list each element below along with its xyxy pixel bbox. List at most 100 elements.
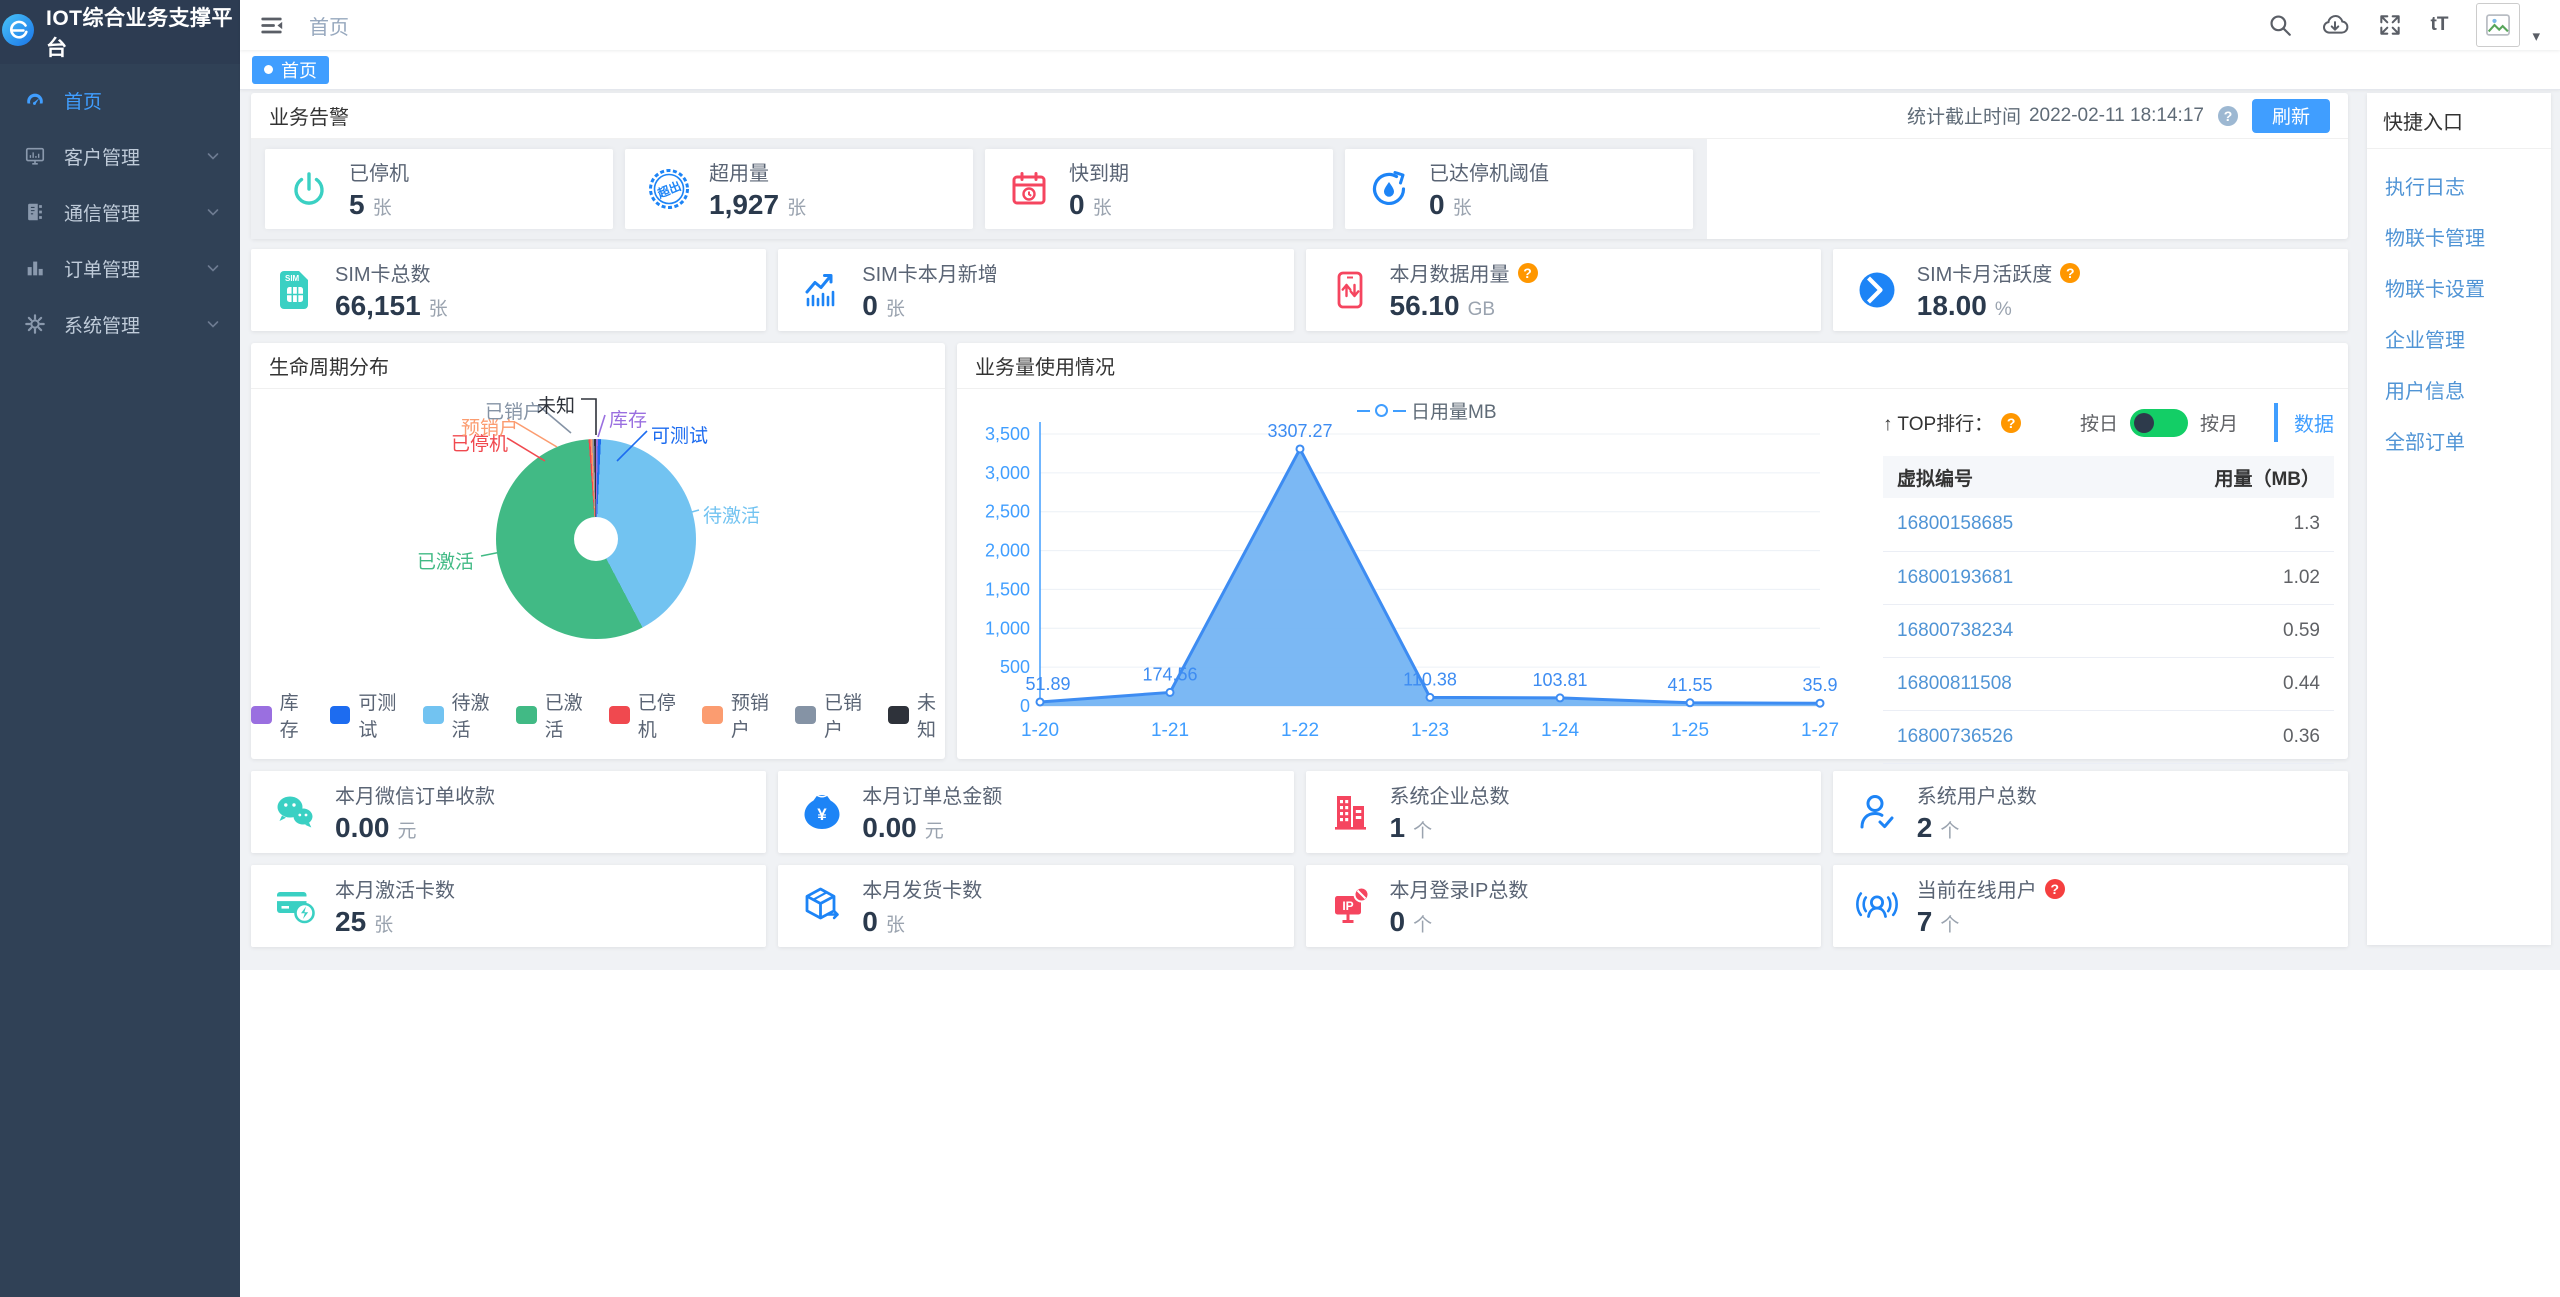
alert-section: 业务告警 统计截止时间 2022-02-11 18:14:17 ? 刷新 已停机… [251, 93, 2348, 239]
pie-legend-item[interactable]: 未知 [888, 688, 945, 742]
stat-card-title-text: 本月登录IP总数 [1389, 880, 1529, 902]
chevron-down-icon[interactable]: ▾ [2532, 27, 2540, 45]
stat-card-unit: 张 [1452, 198, 1472, 219]
stat-card-unit: GB [1467, 299, 1496, 320]
shipping-box-icon [798, 882, 846, 930]
stat-card-value: 18.00 [1916, 290, 1987, 321]
legend-swatch [888, 706, 909, 724]
legend-line-icon [1357, 409, 1370, 412]
refresh-button[interactable]: 刷新 [2251, 98, 2330, 133]
sidebar-item-home[interactable]: 首页 [0, 72, 240, 128]
quick-link-1[interactable]: 物联卡管理 [2385, 222, 2533, 251]
quick-link-0[interactable]: 执行日志 [2385, 171, 2533, 200]
bottom-stats-row-1: 本月微信订单收款 0.00 元 ¥ 本月订单总金额 0.00 元系统企业总数 1 个系统用户总数… [251, 771, 2348, 853]
bottom-stats-row-2: 本月激活卡数 25 张本月发货卡数 0 张 IP 本月登录IP总数 0 个当前在线用户? 7 个 [251, 865, 2348, 947]
help-icon[interactable]: ? [1517, 262, 1538, 283]
table-row: 16800811508 0.44 [1883, 657, 2334, 711]
pie-legend-item[interactable]: 已激活 [515, 688, 587, 742]
tags-bar: 首页 [240, 50, 2560, 90]
toggle-knob [2133, 412, 2154, 433]
stat-card-unit: 元 [924, 821, 944, 842]
avatar[interactable] [2476, 3, 2521, 47]
area-chart[interactable]: 05001,0001,5002,0002,5003,0003,50051.891… [965, 389, 1845, 758]
sidebar-item-label: 通信管理 [64, 203, 141, 225]
usage-card-header: 业务量使用情况 [957, 343, 2348, 389]
sidebar-item-system[interactable]: 系统管理 [0, 296, 240, 352]
stat-card-value: 0 [862, 906, 878, 937]
stat-card-title: 本月发货卡数 [862, 874, 982, 903]
stat-card-value-row: 1,927 张 [709, 189, 806, 221]
cloud-download-icon[interactable] [2321, 11, 2349, 39]
help-icon[interactable]: ? [2060, 262, 2081, 283]
pie-legend-item[interactable]: 库存 [251, 688, 308, 742]
search-icon[interactable] [2267, 12, 2293, 38]
x-tick-label: 1-25 [1671, 720, 1709, 741]
quick-link-4[interactable]: 用户信息 [2385, 375, 2533, 404]
hamburger-icon[interactable] [254, 8, 289, 43]
main-column: 业务告警 统计截止时间 2022-02-11 18:14:17 ? 刷新 已停机… [251, 93, 2348, 947]
pie-legend-label: 预销户 [730, 693, 769, 741]
stat-card-value-row: 7个 [1917, 906, 2065, 938]
alert-header: 业务告警 统计截止时间 2022-02-11 18:14:17 ? 刷新 [251, 93, 2348, 139]
alert-card: 已达停机阈值 0 张 [1345, 149, 1693, 229]
building-icon [1326, 788, 1374, 836]
period-toggle[interactable] [2129, 408, 2188, 437]
quick-link-5[interactable]: 全部订单 [2385, 426, 2533, 455]
stat-card-value-row: 25 张 [335, 906, 455, 938]
power-icon [285, 165, 333, 213]
fullscreen-icon[interactable] [2377, 12, 2403, 38]
sidebar-item-communication[interactable]: 通信管理 [0, 184, 240, 240]
stat-card-value-row: 0个 [1390, 906, 1529, 938]
virtual-number-cell[interactable]: 16800158685 [1883, 498, 2118, 552]
stat-card: SIM SIM卡总数 66,151 张 [251, 249, 767, 331]
stat-card-unit: 张 [374, 915, 394, 936]
pie-legend-label: 未知 [917, 693, 937, 741]
stat-card-text: SIM卡月活跃度? 18.00% [1917, 258, 2081, 322]
tab-data[interactable]: 数据 [2274, 403, 2334, 442]
stat-card: SIM卡月活跃度? 18.00% [1832, 249, 2348, 331]
lifecycle-pie-card: 生命周期分布 库存 可测试 待激活 已激活 已停机 预销户 已销户 未知 库存 可测试 待激活 已激… [251, 343, 945, 759]
stat-card-value: 0.00 [335, 812, 390, 843]
money-bag-icon: ¥ [798, 788, 846, 836]
virtual-number-cell[interactable]: 16800736526 [1883, 710, 2118, 764]
usage-card-title: 业务量使用情况 [975, 357, 1115, 379]
stat-card-title: 快到期 [1069, 157, 1129, 186]
sidebar-item-order[interactable]: 订单管理 [0, 240, 240, 296]
quick-link-2[interactable]: 物联卡设置 [2385, 273, 2533, 302]
legend-swatch [422, 706, 444, 724]
pie-donut[interactable] [496, 439, 696, 639]
font-size-icon[interactable]: tT [2431, 14, 2449, 36]
tag-home[interactable]: 首页 [252, 55, 329, 84]
help-icon[interactable]: ? [2044, 878, 2065, 899]
stat-card: SIM卡本月新增 0 张 [778, 249, 1294, 331]
stat-card-text: 系统用户总数 2 个 [1917, 780, 2037, 844]
navbar-actions: tT ▾ [2267, 3, 2540, 47]
pie-slice-label: 已激活 [417, 552, 475, 573]
legend-swatch [702, 706, 723, 724]
legend-swatch [329, 706, 351, 724]
data-point-label: 110.38 [1403, 669, 1457, 689]
app-logo[interactable]: IOT综合业务支撑平台 [0, 0, 240, 64]
pie-legend-item[interactable]: 已销户 [795, 688, 866, 742]
virtual-number-cell[interactable]: 16800811508 [1883, 657, 2118, 711]
sidebar-item-label: 客户管理 [64, 147, 141, 169]
stat-card-title: SIM卡月活跃度? [1917, 258, 2081, 287]
quick-link-3[interactable]: 企业管理 [2385, 324, 2533, 353]
pie-legend-item[interactable]: 待激活 [422, 688, 494, 742]
usage-value-cell: 0.59 [2117, 604, 2334, 658]
by-month-label: 按月 [2199, 414, 2238, 435]
customer-icon [24, 145, 50, 167]
sidebar-item-customer[interactable]: 客户管理 [0, 128, 240, 184]
virtual-number-cell[interactable]: 16800738234 [1883, 604, 2118, 658]
virtual-number-cell[interactable]: 16800193681 [1883, 551, 2118, 605]
pie-legend-item[interactable]: 可测试 [329, 688, 401, 742]
stat-card-value-row: 1个 [1390, 812, 1510, 844]
stat-card-title: SIM卡本月新增 [862, 258, 998, 287]
pie-legend-item[interactable]: 预销户 [702, 688, 773, 742]
pie-legend-item[interactable]: 已停机 [609, 688, 680, 742]
series-legend[interactable]: 日用量MB [1357, 397, 1497, 424]
help-icon[interactable]: ? [2001, 412, 2022, 433]
help-icon[interactable]: ? [2217, 105, 2238, 126]
stat-card-value: 1,927 [709, 189, 780, 220]
stat-card-value: 0 [1429, 189, 1445, 220]
